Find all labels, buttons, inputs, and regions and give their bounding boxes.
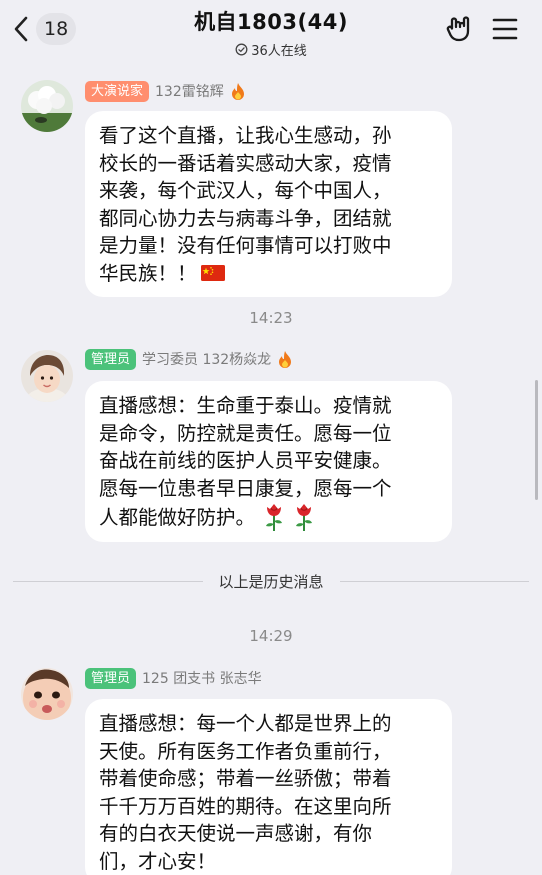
message-line: 奋战在前线的医护人员平安健康。: [99, 449, 392, 472]
message-line: 直播感想：每一个人都是世界上的: [99, 712, 392, 735]
rose-icon: [266, 504, 283, 531]
timestamp: 14:29: [249, 627, 293, 645]
message-line: 是命令，防控就是责任。愿每一位: [99, 421, 392, 445]
message-bubble[interactable]: 看了这个直播，让我心生感动，孙 校长的一番话着实感动大家，疫情 来袭，每个武汉人…: [85, 111, 452, 297]
history-divider: 以上是历史消息: [13, 570, 530, 592]
message-line: 愿每一位患者早日康复，愿每一个: [99, 476, 392, 500]
message-line: 人都能做好防护。: [99, 502, 438, 532]
menu-icon[interactable]: [492, 17, 518, 41]
scrollbar[interactable]: [535, 380, 538, 500]
china-flag-icon: [200, 264, 225, 281]
member-title-badge: 大演说家: [85, 80, 150, 102]
message-line: 千千万万百姓的期待。在这里向所: [99, 794, 392, 818]
message-line-text: 是力量！没有任何事情可以打败中: [99, 234, 392, 257]
admin-badge: 管理员: [85, 348, 137, 370]
message-line-text: 人都能做好防护。: [99, 506, 256, 529]
divider-line: [339, 580, 530, 582]
rose-icon: [296, 504, 313, 531]
avatar[interactable]: [21, 668, 73, 720]
message-line: 来袭，每个武汉人，每个中国人，: [99, 179, 392, 202]
message-line: 看了这个直播，让我心生感动，孙: [99, 124, 392, 147]
avatar-image: [21, 350, 73, 402]
sender-row: 大演说家 132雷铭辉: [85, 80, 246, 102]
message-line: 校长的一番话着实感动大家，疫情: [99, 151, 392, 175]
flame-icon: [279, 350, 292, 368]
avatar-image: [21, 80, 73, 132]
message-line: 带着使命感；带着一丝骄傲；带着: [99, 767, 392, 790]
online-indicator-icon: [235, 43, 248, 56]
avatar[interactable]: [21, 350, 73, 402]
message-bubble[interactable]: 直播感想：每一个人都是世界上的 天使。所有医务工作者负重前行， 带着使命感；带着…: [85, 699, 452, 875]
message-line: 都同心协力去与病毒斗争，团结就: [99, 206, 392, 230]
online-count-text: 36人在线: [251, 44, 307, 59]
sender-name[interactable]: 132雷铭辉: [155, 81, 224, 101]
admin-badge: 管理员: [85, 667, 137, 689]
flame-icon: [231, 82, 244, 100]
sender-name[interactable]: 学习委员 132杨焱龙: [142, 349, 271, 369]
message-line: 华民族！！: [99, 260, 438, 288]
sender-row: 管理员 125 团支书 张志华: [85, 667, 262, 689]
message-line: 有的白衣天使说一声感谢，有你: [99, 822, 373, 845]
message-line: 们，才心安！: [99, 849, 217, 873]
hand-gesture-icon[interactable]: [444, 14, 474, 44]
timestamp: 14:23: [249, 309, 293, 327]
message-line: 天使。所有医务工作者负重前行，: [99, 739, 392, 763]
history-divider-text: 以上是历史消息: [218, 572, 324, 591]
avatar-image: [21, 668, 73, 720]
message-bubble[interactable]: 直播感想：生命重于泰山。疫情就 是命令，防控就是责任。愿每一位 奋战在前线的医护…: [85, 381, 452, 542]
message-line-text: 华民族！！: [99, 261, 197, 285]
message-line: 是力量！没有任何事情可以打败中: [99, 232, 438, 260]
sender-row: 管理员 学习委员 132杨焱龙: [85, 348, 293, 370]
divider-line: [13, 580, 203, 582]
message-line: 直播感想：生命重于泰山。疫情就: [99, 394, 392, 417]
chat-header: 18 机自1803(44) 36人在线: [0, 0, 542, 60]
sender-name[interactable]: 125 团支书 张志华: [142, 668, 262, 688]
avatar[interactable]: [21, 80, 73, 132]
